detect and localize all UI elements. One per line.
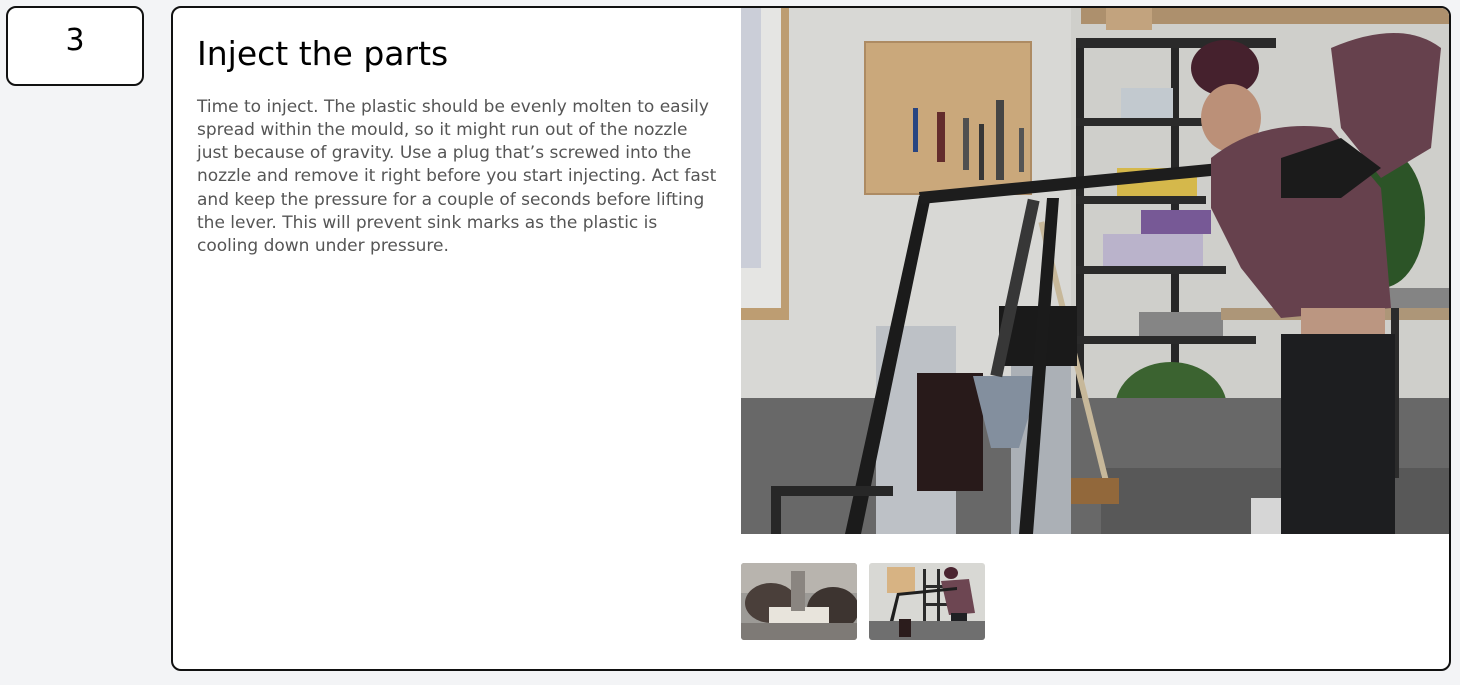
step-number: 3 <box>65 23 85 58</box>
step-card: Inject the parts Time to inject. The pla… <box>171 6 1451 671</box>
thumbnail-2[interactable] <box>869 563 985 640</box>
main-step-photo[interactable] <box>741 8 1451 534</box>
step-title: Inject the parts <box>197 34 449 73</box>
thumbnail-1[interactable] <box>741 563 857 640</box>
step-description: Time to inject. The plastic should be ev… <box>197 96 717 257</box>
step-text-column: Inject the parts Time to inject. The pla… <box>197 34 717 259</box>
step-number-box: 3 <box>6 6 144 86</box>
